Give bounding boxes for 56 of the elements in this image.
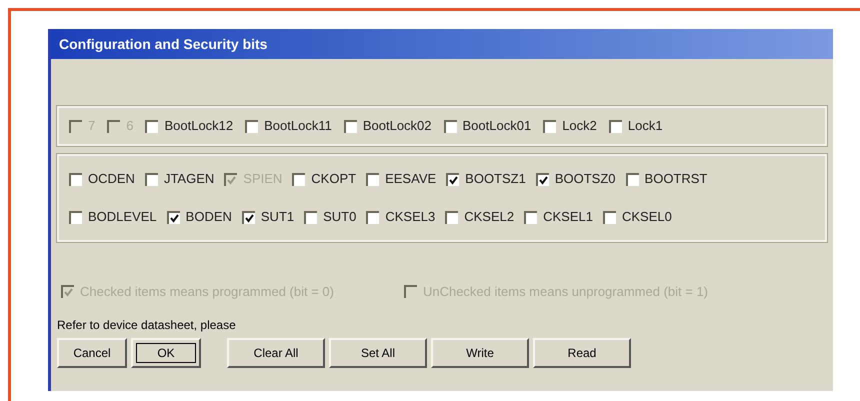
checkbox-box[interactable] [292,172,306,186]
checkbox-box[interactable] [543,120,556,132]
checkbox[interactable]: SUT1 [242,207,294,227]
check-icon [64,288,73,298]
checkbox[interactable]: Lock2 [543,116,597,136]
checkbox[interactable]: EESAVE [366,169,436,189]
checkbox[interactable]: JTAGEN [144,169,214,189]
window-title: Configuration and Security bits [59,34,268,54]
checkbox-box[interactable] [608,120,622,132]
checkbox[interactable]: BootLock12 [145,116,234,136]
checkbox[interactable]: BootLock02 [344,116,432,136]
checkbox[interactable]: BOOTRST [626,169,708,189]
checkbox-box[interactable] [445,210,458,224]
checkbox-box[interactable] [144,172,158,186]
checkbox[interactable]: SUT0 [304,207,356,227]
checkbox-box[interactable] [166,210,180,224]
checkbox-box[interactable] [69,172,82,186]
checkbox-box[interactable] [446,172,460,186]
checkbox[interactable]: BODLEVEL [69,207,157,227]
checkbox-box[interactable] [366,172,380,186]
checkbox[interactable]: BootLock11 [245,116,332,136]
checkbox-box[interactable] [366,210,380,224]
checkbox[interactable]: BOOTSZ0 [536,169,616,189]
checkbox-box[interactable] [242,210,255,224]
check-icon [244,214,254,222]
check-icon [170,214,179,222]
checkbox-box[interactable] [524,210,538,224]
dialog-button[interactable]: Write [431,338,529,368]
dialog-button[interactable]: Read [533,338,631,368]
checkbox[interactable]: OCDEN [69,169,135,189]
checkbox-box[interactable] [145,120,158,132]
checkbox-box[interactable] [536,172,549,186]
checkbox-box[interactable] [245,120,258,132]
checkbox[interactable]: CKSEL1 [524,207,593,227]
datasheet-note: Refer to device datasheet, please [57,316,237,334]
dialog-button[interactable]: OK [131,338,201,368]
checkbox[interactable]: Lock1 [608,116,663,136]
checkbox[interactable]: CKSEL2 [445,207,514,227]
checkbox[interactable]: CKSEL3 [366,207,436,227]
checkbox-box[interactable] [602,210,616,224]
checkbox[interactable]: BODEN [166,207,232,227]
check-icon [538,176,548,184]
checkbox-box[interactable] [444,120,457,132]
checkbox[interactable]: BOOTSZ1 [446,169,526,189]
checkbox-box[interactable] [344,120,357,132]
dialog-button[interactable]: Set All [329,338,427,368]
check-icon [227,176,236,184]
checkbox[interactable]: CKSEL0 [602,207,672,227]
checkbox[interactable]: BootLock01 [444,116,532,136]
dialog-button[interactable]: Clear All [227,338,325,368]
checkbox-box[interactable] [69,210,82,224]
dialog-button[interactable]: Cancel [57,338,127,368]
checkbox-box[interactable] [304,210,318,224]
check-icon [449,176,458,184]
checkbox[interactable]: CKOPT [292,169,356,189]
checkbox-box[interactable] [626,172,639,186]
